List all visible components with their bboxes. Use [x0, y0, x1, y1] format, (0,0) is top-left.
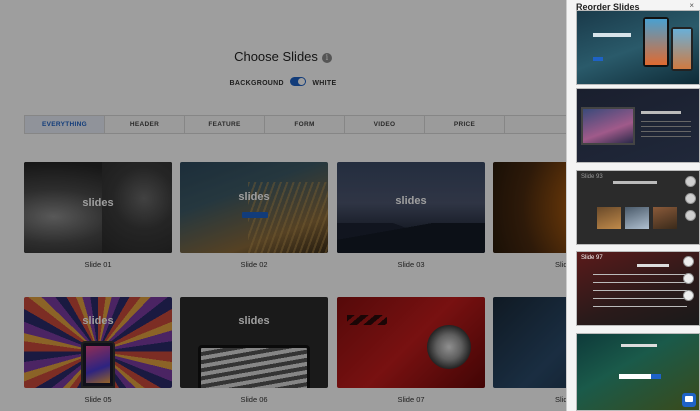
text-line: [637, 264, 669, 267]
input-shape: [619, 374, 651, 379]
schedule-list: [593, 274, 687, 314]
image-tile-1: [597, 207, 621, 229]
move-up-icon[interactable]: [685, 176, 696, 187]
trash-icon[interactable]: [683, 256, 694, 267]
text-line: [613, 181, 657, 184]
image-tile-2: [625, 207, 649, 229]
reorder-thumb-2[interactable]: [576, 88, 700, 163]
delete-icon[interactable]: [685, 210, 696, 221]
phone-mockup-2: [671, 27, 693, 71]
image-tile-3: [653, 207, 677, 229]
reorder-thumb-3[interactable]: Slide 93: [576, 170, 700, 245]
phone-screen: [645, 19, 667, 65]
reorder-slides-panel: Reorder Slides × Slide 93 Slide 97: [566, 0, 700, 411]
text-block: [641, 121, 691, 139]
reorder-thumb-1[interactable]: [576, 10, 700, 85]
phone-mockup: [643, 17, 669, 67]
text-line: [641, 111, 681, 114]
thumb-label: Slide 97: [581, 255, 603, 261]
thumb-label: Slide 93: [581, 174, 603, 180]
headline-shape: [593, 33, 631, 37]
chat-icon[interactable]: [682, 393, 696, 407]
slides-main-area: Choose Slides i BACKGROUND WHITE EVERYTHI…: [0, 0, 566, 411]
text-line: [621, 344, 657, 347]
cta-shape: [593, 57, 603, 61]
laptop-screen: [581, 107, 635, 145]
phone-screen: [673, 29, 691, 69]
duplicate-icon[interactable]: [685, 193, 696, 204]
close-icon[interactable]: ×: [689, 1, 694, 10]
copy-icon[interactable]: [683, 273, 694, 284]
reorder-thumb-4[interactable]: Slide 97: [576, 251, 700, 326]
submit-shape: [651, 374, 661, 379]
contrast-icon[interactable]: [683, 290, 694, 301]
modal-overlay[interactable]: [0, 0, 566, 411]
